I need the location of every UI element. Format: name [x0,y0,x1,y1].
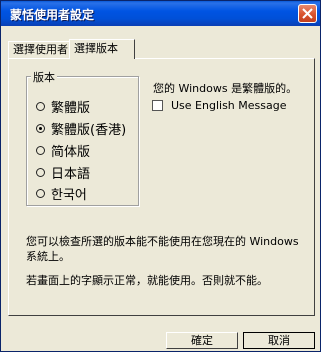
radio-korean[interactable]: 한국어 [36,184,87,203]
radio-japanese[interactable]: 日本語 [36,163,91,182]
radio-simplified[interactable]: 简体版 [36,141,91,160]
note-line-1: 您可以檢查所選的版本能不能使用在您現在的 Windows [26,235,299,248]
checkbox-label: Use English Message [171,98,287,112]
radio-traditional[interactable]: 繁體版 [36,97,91,116]
checkbox-box[interactable] [152,99,163,111]
window-title: 蒙恬使用者設定 [10,8,95,22]
radio-circle[interactable] [36,188,45,198]
use-english-checkbox[interactable]: Use English Message [152,97,286,113]
radio-circle[interactable] [36,145,45,155]
radio-circle-selected[interactable] [36,123,45,133]
tab-select-version[interactable]: 選擇版本 [69,39,135,59]
note-line-2: 系統上。 [26,250,70,263]
version-group-legend: 版本 [31,69,57,85]
radio-circle[interactable] [36,167,45,177]
note-line-3: 若畫面上的字顯示正常，就能使用。否則就不能。 [26,274,268,287]
windows-version-status: 您的 Windows 是繁體版的。 [153,82,298,95]
radio-traditional-hk[interactable]: 繁體版(香港) [36,119,127,138]
close-icon [302,8,313,19]
radio-circle[interactable] [36,101,45,111]
cancel-button[interactable]: 取消 [243,332,315,349]
title-bar[interactable]: 蒙恬使用者設定 [1,1,320,26]
tab-select-user[interactable]: 選擇使用者 [8,41,70,58]
settings-dialog: 蒙恬使用者設定 選擇使用者 選擇版本 版本 繁體版 繁體版(香港) 简体版 日本… [0,0,321,352]
radio-label: 한국어 [51,187,87,203]
ok-button[interactable]: 確定 [166,332,238,349]
radio-label: 繁體版(香港) [51,122,127,138]
radio-label: 日本語 [51,166,91,182]
radio-label: 繁體版 [51,100,91,116]
radio-label: 简体版 [51,144,91,160]
close-button[interactable] [298,4,317,23]
